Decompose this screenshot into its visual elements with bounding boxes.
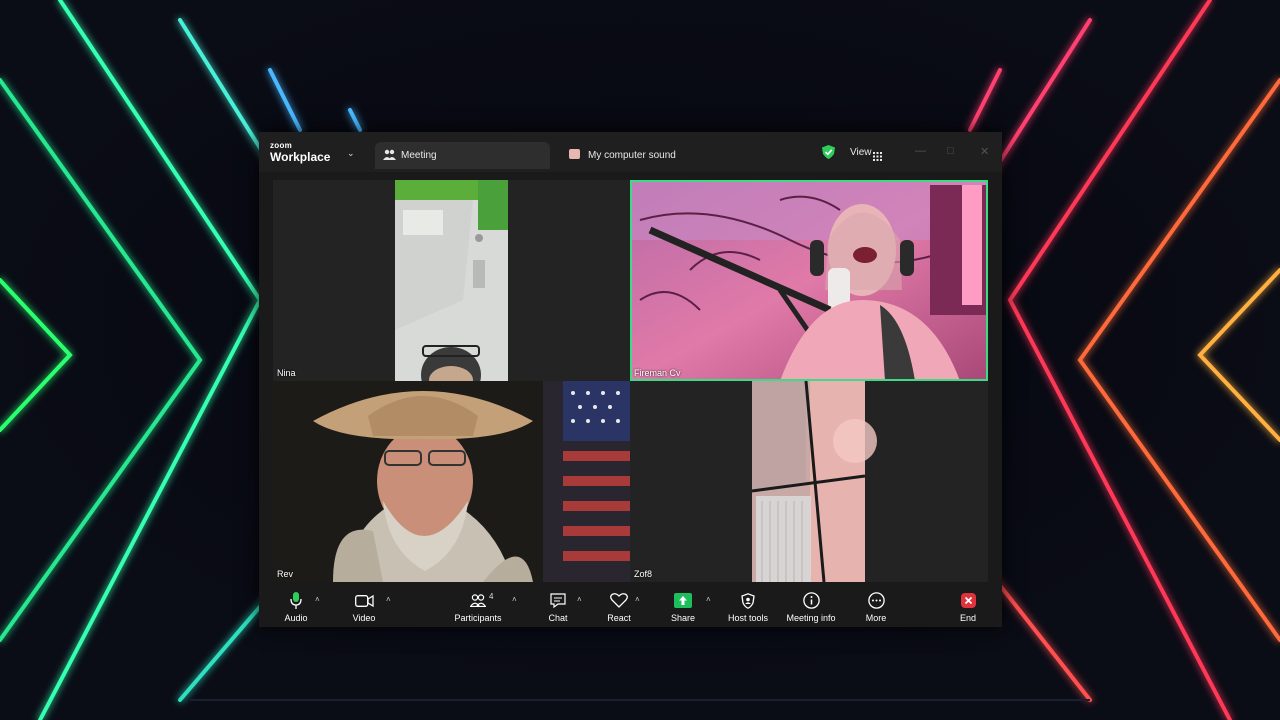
participants-count: 4	[489, 592, 494, 601]
audio-options-caret-icon[interactable]: ˄	[315, 595, 320, 604]
video-tile-rev[interactable]: Rev	[273, 381, 630, 582]
more-label: More	[865, 613, 887, 623]
chat-bubble-icon	[543, 592, 573, 609]
video-feed	[395, 180, 508, 381]
chevron-down-icon[interactable]: ⌄	[347, 148, 355, 159]
more-dots-icon	[861, 592, 891, 609]
heart-icon	[604, 592, 634, 609]
video-label: Video	[352, 613, 376, 623]
share-button[interactable]: Share	[668, 592, 698, 623]
minimize-icon[interactable]: —	[915, 145, 926, 157]
chat-label: Chat	[548, 613, 568, 623]
host-tools-button[interactable]: Host tools	[725, 592, 771, 623]
close-icon[interactable]: ✕	[980, 145, 989, 158]
tab-meeting-label: Meeting	[401, 150, 437, 161]
shield-icon	[725, 592, 771, 609]
end-label: End	[959, 613, 976, 623]
microphone-icon	[281, 592, 311, 609]
participant-name: Fireman Cv	[634, 368, 681, 378]
video-tile-fireman-cv[interactable]: Fireman Cv	[630, 180, 988, 381]
audio-button[interactable]: Audio	[281, 592, 311, 623]
video-button[interactable]: Video	[349, 592, 379, 623]
title-bar: zoom Workplace ⌄ Meeting My computer sou…	[259, 132, 1002, 172]
host-tools-label: Host tools	[727, 613, 769, 623]
participant-name: Nina	[277, 368, 296, 378]
react-button[interactable]: React	[604, 592, 634, 623]
app-logo[interactable]: zoom Workplace	[270, 141, 331, 164]
share-screen-icon	[569, 149, 580, 159]
video-feed	[630, 180, 988, 381]
participants-icon	[383, 148, 396, 166]
end-call-icon	[953, 592, 983, 609]
logo-small-text: zoom	[270, 141, 293, 150]
audio-label: Audio	[284, 613, 308, 623]
participants-button[interactable]: Participants	[453, 592, 503, 623]
info-icon	[785, 592, 837, 609]
more-button[interactable]: More	[861, 592, 891, 623]
video-camera-icon	[349, 592, 379, 609]
encryption-shield-icon[interactable]	[822, 145, 835, 164]
video-tile-nina[interactable]: Nina	[273, 180, 630, 381]
participants-options-caret-icon[interactable]: ˄	[512, 595, 517, 604]
react-options-caret-icon[interactable]: ˄	[635, 595, 640, 604]
share-options-caret-icon[interactable]: ˄	[706, 595, 711, 604]
participants-icon	[453, 592, 503, 609]
grid-icon[interactable]	[873, 148, 882, 166]
participant-name: Zof8	[634, 569, 653, 579]
logo-large-text: Workplace	[270, 150, 331, 164]
view-button[interactable]: View	[850, 147, 872, 158]
tab-computer-sound-label: My computer sound	[588, 150, 676, 161]
end-button[interactable]: End	[953, 592, 983, 623]
tab-meeting[interactable]: Meeting	[375, 142, 550, 169]
meeting-info-button[interactable]: Meeting info	[785, 592, 837, 623]
video-tile-zof8[interactable]: Zof8	[630, 381, 988, 582]
participants-label: Participants	[454, 613, 502, 623]
share-screen-icon	[668, 592, 698, 609]
share-label: Share	[670, 613, 696, 623]
chat-options-caret-icon[interactable]: ˄	[577, 595, 582, 604]
video-feed	[751, 381, 877, 582]
participant-name: Rev	[277, 569, 294, 579]
video-feed	[273, 381, 630, 582]
meeting-toolbar: Audio ˄ Video ˄ Participants 4 ˄ Chat ˄ …	[259, 587, 1002, 627]
maximize-icon[interactable]: □	[947, 145, 954, 157]
react-label: React	[607, 613, 631, 623]
video-options-caret-icon[interactable]: ˄	[386, 595, 391, 604]
meeting-info-label: Meeting info	[786, 613, 836, 623]
zoom-meeting-window: zoom Workplace ⌄ Meeting My computer sou…	[259, 132, 1002, 627]
chat-button[interactable]: Chat	[543, 592, 573, 623]
